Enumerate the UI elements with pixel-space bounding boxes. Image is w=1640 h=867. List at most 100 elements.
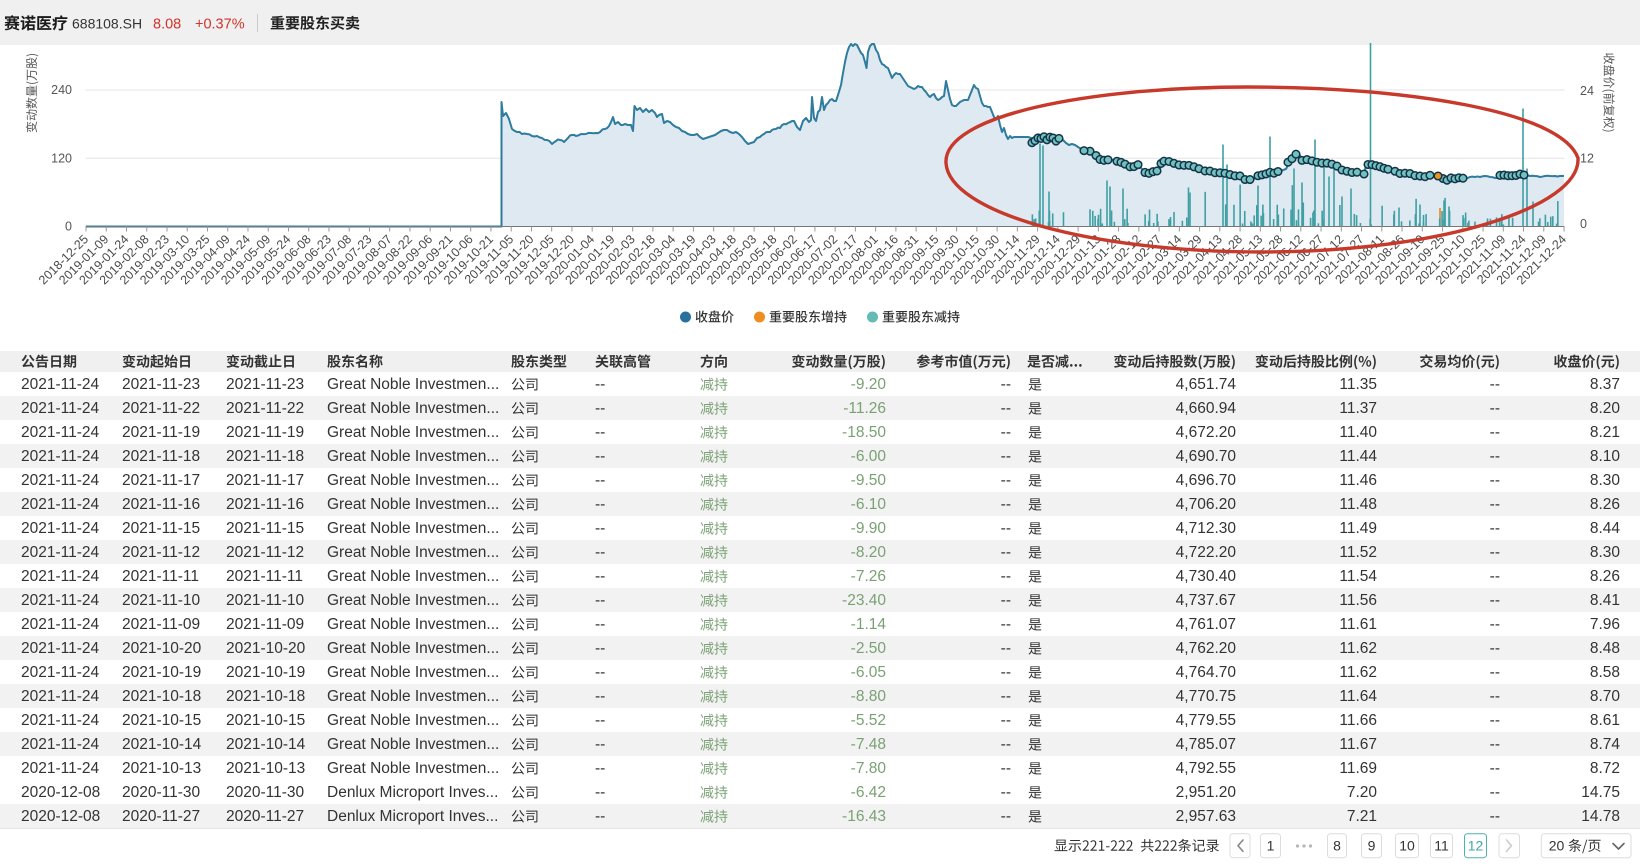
svg-text:2021-11-24: 2021-11-24 — [21, 568, 100, 585]
svg-text:4,690.70: 4,690.70 — [1176, 448, 1237, 465]
svg-text:--: -- — [1001, 736, 1011, 753]
svg-text:--: -- — [595, 760, 605, 777]
svg-text:--: -- — [1001, 544, 1011, 561]
svg-text:--: -- — [1001, 784, 1011, 801]
svg-text:--: -- — [595, 400, 605, 417]
svg-text:--: -- — [595, 424, 605, 441]
svg-text:8.58: 8.58 — [1590, 664, 1620, 681]
svg-text:2020-11-27: 2020-11-27 — [122, 808, 200, 825]
svg-text:--: -- — [1490, 616, 1500, 633]
svg-text:2021-11-24: 2021-11-24 — [21, 592, 100, 609]
svg-text:2021-11-22: 2021-11-22 — [226, 400, 304, 417]
svg-text:-5.52: -5.52 — [851, 712, 886, 729]
svg-text:Great Noble Investmen...: Great Noble Investmen... — [327, 640, 499, 657]
svg-text:2021-11-24: 2021-11-24 — [21, 688, 100, 705]
svg-text:2020-11-30: 2020-11-30 — [122, 784, 201, 801]
svg-text:2021-10-18: 2021-10-18 — [122, 688, 201, 705]
svg-text:--: -- — [1001, 400, 1011, 417]
svg-text:-2.50: -2.50 — [851, 640, 887, 657]
svg-text:8: 8 — [1333, 838, 1341, 854]
svg-text:--: -- — [595, 592, 605, 609]
svg-text:2021-11-24: 2021-11-24 — [21, 712, 100, 729]
svg-text:11.56: 11.56 — [1339, 592, 1377, 609]
svg-text:--: -- — [1490, 496, 1500, 513]
svg-text:--: -- — [1490, 712, 1500, 729]
svg-text:-6.05: -6.05 — [851, 664, 886, 681]
svg-text:--: -- — [1490, 664, 1500, 681]
svg-text:2021-11-24: 2021-11-24 — [21, 664, 100, 681]
svg-text:8.48: 8.48 — [1590, 640, 1620, 657]
svg-text:-6.10: -6.10 — [851, 496, 887, 513]
svg-text:8.21: 8.21 — [1590, 424, 1620, 441]
svg-text:-11.26: -11.26 — [843, 400, 886, 417]
svg-text:8.70: 8.70 — [1590, 688, 1621, 705]
svg-text:Great Noble Investmen...: Great Noble Investmen... — [327, 376, 499, 393]
svg-text:--: -- — [595, 712, 605, 729]
svg-text:11.35: 11.35 — [1339, 376, 1377, 393]
svg-text:Great Noble Investmen...: Great Noble Investmen... — [327, 520, 499, 537]
svg-text:2021-11-24: 2021-11-24 — [21, 760, 100, 777]
svg-text:--: -- — [1001, 760, 1011, 777]
svg-text:12: 12 — [1468, 838, 1484, 854]
svg-text:2021-11-23: 2021-11-23 — [226, 376, 304, 393]
svg-text:--: -- — [1490, 448, 1500, 465]
svg-text:--: -- — [1490, 640, 1500, 657]
svg-text:-1.14: -1.14 — [851, 616, 887, 633]
svg-text:7.20: 7.20 — [1347, 784, 1378, 801]
svg-text:-9.50: -9.50 — [851, 472, 887, 489]
svg-text:11.64: 11.64 — [1339, 688, 1377, 705]
svg-text:4,764.70: 4,764.70 — [1176, 664, 1237, 681]
svg-text:2021-11-23: 2021-11-23 — [122, 376, 200, 393]
svg-text:4,761.07: 4,761.07 — [1176, 616, 1236, 633]
svg-text:8.37: 8.37 — [1590, 376, 1620, 393]
svg-text:2021-11-19: 2021-11-19 — [122, 424, 200, 441]
svg-text:--: -- — [595, 520, 605, 537]
svg-text:Great Noble Investmen...: Great Noble Investmen... — [327, 544, 499, 561]
svg-text:4,792.55: 4,792.55 — [1176, 760, 1236, 777]
svg-text:11.54: 11.54 — [1339, 568, 1377, 585]
svg-text:8.30: 8.30 — [1590, 472, 1621, 489]
svg-text:--: -- — [1001, 568, 1011, 585]
svg-text:--: -- — [1490, 688, 1500, 705]
svg-text:2021-10-15: 2021-10-15 — [122, 712, 201, 729]
svg-text:Great Noble Investmen...: Great Noble Investmen... — [327, 616, 499, 633]
svg-text:Denlux Microport Inves...: Denlux Microport Inves... — [327, 808, 498, 825]
svg-text:-7.26: -7.26 — [851, 568, 886, 585]
svg-text:2021-11-24: 2021-11-24 — [21, 376, 100, 393]
svg-text:4,737.67: 4,737.67 — [1176, 592, 1236, 609]
svg-text:--: -- — [1490, 376, 1500, 393]
svg-text:2021-11-24: 2021-11-24 — [21, 472, 100, 489]
svg-text:2021-11-18: 2021-11-18 — [226, 448, 304, 465]
svg-text:--: -- — [595, 784, 605, 801]
svg-text:--: -- — [595, 664, 605, 681]
svg-text:2020-12-08: 2020-12-08 — [21, 808, 100, 825]
svg-text:2021-10-19: 2021-10-19 — [122, 664, 201, 681]
svg-text:-7.48: -7.48 — [851, 736, 886, 753]
svg-text:-8.20: -8.20 — [851, 544, 887, 561]
svg-text:11.61: 11.61 — [1339, 616, 1377, 633]
svg-text:--: -- — [595, 616, 605, 633]
svg-text:2021-10-19: 2021-10-19 — [226, 664, 305, 681]
svg-text:4,706.20: 4,706.20 — [1176, 496, 1237, 513]
svg-text:2021-11-15: 2021-11-15 — [226, 520, 304, 537]
svg-text:240: 240 — [51, 83, 72, 97]
svg-text:--: -- — [1490, 424, 1500, 441]
svg-text:11.66: 11.66 — [1339, 712, 1377, 729]
svg-text:--: -- — [1001, 616, 1011, 633]
svg-text:9: 9 — [1368, 838, 1376, 854]
svg-text:11.37: 11.37 — [1339, 400, 1377, 417]
svg-text:--: -- — [1001, 496, 1011, 513]
svg-text:--: -- — [1490, 400, 1500, 417]
svg-text:2021-10-20: 2021-10-20 — [226, 640, 306, 657]
svg-text:2020-12-08: 2020-12-08 — [21, 784, 100, 801]
svg-text:--: -- — [1490, 520, 1500, 537]
svg-text:2021-11-22: 2021-11-22 — [122, 400, 200, 417]
svg-text:120: 120 — [51, 151, 72, 165]
svg-text:--: -- — [1490, 760, 1500, 777]
svg-text:--: -- — [595, 736, 605, 753]
svg-text:14.78: 14.78 — [1581, 808, 1620, 825]
svg-text:2021-11-09: 2021-11-09 — [226, 616, 304, 633]
svg-text:--: -- — [1001, 688, 1011, 705]
svg-text:4,660.94: 4,660.94 — [1176, 400, 1237, 417]
svg-text:-16.43: -16.43 — [842, 808, 886, 825]
